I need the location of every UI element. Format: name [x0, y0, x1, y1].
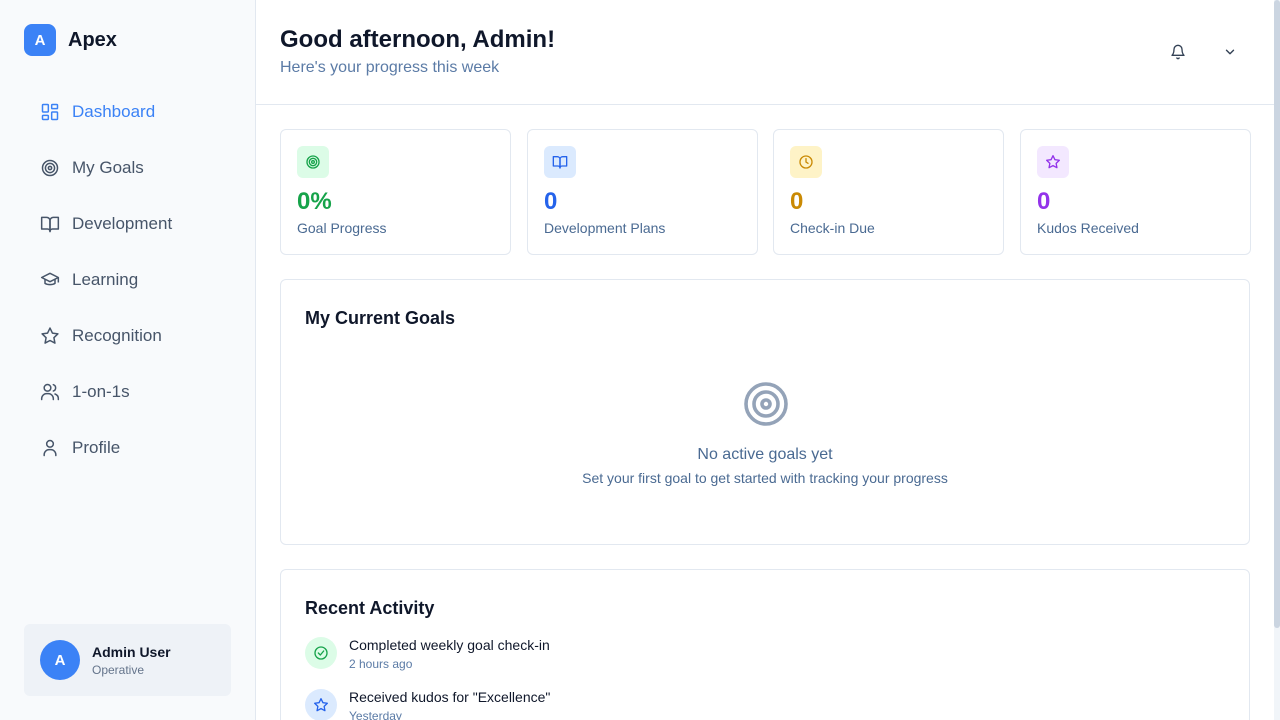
sidebar-item-label: Development — [72, 214, 173, 233]
sidebar-item-learning[interactable]: Learning — [24, 252, 232, 308]
bell-icon — [1171, 44, 1185, 60]
sidebar-item-label: My Goals — [72, 158, 144, 177]
goals-panel-title: My Current Goals — [305, 308, 456, 328]
book-open-icon — [544, 146, 576, 178]
brand-name: Apex — [68, 28, 117, 51]
stat-card-development-plans: 0 Development Plans — [527, 129, 758, 255]
sidebar-item-1-on-1s[interactable]: 1-on-1s — [24, 364, 232, 420]
user-meta: Admin User Operative — [92, 644, 171, 677]
sidebar-item-dashboard[interactable]: Dashboard — [24, 84, 232, 140]
activity-panel: Recent Activity Completed weekly goal ch… — [280, 569, 1250, 720]
sidebar-item-profile[interactable]: Profile — [24, 420, 232, 476]
notifications-button[interactable] — [1164, 38, 1192, 66]
activity-time: Yesterday — [349, 709, 402, 720]
graduation-cap-icon — [40, 270, 60, 290]
user-menu-button[interactable] — [1216, 38, 1244, 66]
stat-value: 0% — [297, 188, 332, 215]
star-icon — [1037, 146, 1069, 178]
sidebar-item-development[interactable]: Development — [24, 196, 232, 252]
dashboard-icon — [40, 102, 60, 122]
stat-label: Development Plans — [544, 220, 666, 236]
user-card[interactable]: A Admin User Operative — [24, 624, 231, 696]
sidebar-item-label: Dashboard — [72, 102, 156, 121]
star-icon — [40, 326, 60, 346]
activity-title: Completed weekly goal check-in — [349, 637, 550, 653]
users-icon — [40, 382, 60, 402]
book-open-icon — [40, 214, 60, 234]
activity-title: Received kudos for "Excellence" — [349, 689, 551, 705]
stat-label: Kudos Received — [1037, 220, 1139, 236]
empty-state-title: No active goals yet — [697, 446, 833, 463]
sidebar-nav: Dashboard My Goals Development Learning … — [24, 84, 232, 476]
avatar: A — [40, 640, 80, 680]
brand-logo: A — [24, 24, 56, 56]
user-name: Admin User — [92, 643, 171, 660]
page-title: Good afternoon, Admin! — [280, 26, 556, 53]
goals-panel: My Current Goals No active goals yet Set… — [280, 279, 1250, 545]
check-circle-icon — [305, 637, 337, 669]
page-subtitle: Here's your progress this week — [280, 59, 500, 76]
activity-time: 2 hours ago — [349, 657, 413, 671]
stat-card-check-in-due: 0 Check-in Due — [773, 129, 1004, 255]
list-item: Received kudos for "Excellence" Yesterda… — [305, 686, 550, 720]
activity-panel-title: Recent Activity — [305, 598, 435, 618]
stat-value: 0 — [544, 188, 558, 215]
sidebar-item-label: Profile — [72, 438, 121, 457]
stat-label: Goal Progress — [297, 220, 387, 236]
sidebar-item-label: Recognition — [72, 326, 162, 345]
star-icon — [305, 689, 337, 720]
stat-value: 0 — [790, 188, 804, 215]
sidebar-item-label: Learning — [72, 270, 139, 289]
stat-value: 0 — [1037, 188, 1051, 215]
user-role: Operative — [92, 662, 145, 677]
sidebar-item-my-goals[interactable]: My Goals — [24, 140, 232, 196]
chevron-down-icon — [1225, 49, 1235, 55]
sidebar-item-label: 1-on-1s — [72, 382, 130, 401]
clock-icon — [790, 146, 822, 178]
target-icon — [297, 146, 329, 178]
target-icon — [742, 380, 790, 428]
activity-meta: Completed weekly goal check-in 2 hours a… — [349, 634, 550, 671]
sidebar: A Apex Dashboard My Goals Development Le… — [0, 0, 256, 720]
target-icon — [40, 158, 60, 178]
stat-card-goal-progress: 0% Goal Progress — [280, 129, 511, 255]
stat-card-kudos-received: 0 Kudos Received — [1020, 129, 1251, 255]
activity-meta: Received kudos for "Excellence" Yesterda… — [349, 686, 550, 720]
empty-state-subtitle: Set your first goal to get started with … — [582, 470, 948, 486]
brand[interactable]: A Apex — [24, 24, 117, 56]
user-icon — [40, 438, 60, 458]
page-header: Good afternoon, Admin! Here's your progr… — [256, 0, 1274, 105]
sidebar-item-recognition[interactable]: Recognition — [24, 308, 232, 364]
stat-label: Check-in Due — [790, 220, 875, 236]
scrollbar-thumb[interactable] — [1274, 0, 1280, 628]
list-item: Completed weekly goal check-in 2 hours a… — [305, 634, 550, 671]
